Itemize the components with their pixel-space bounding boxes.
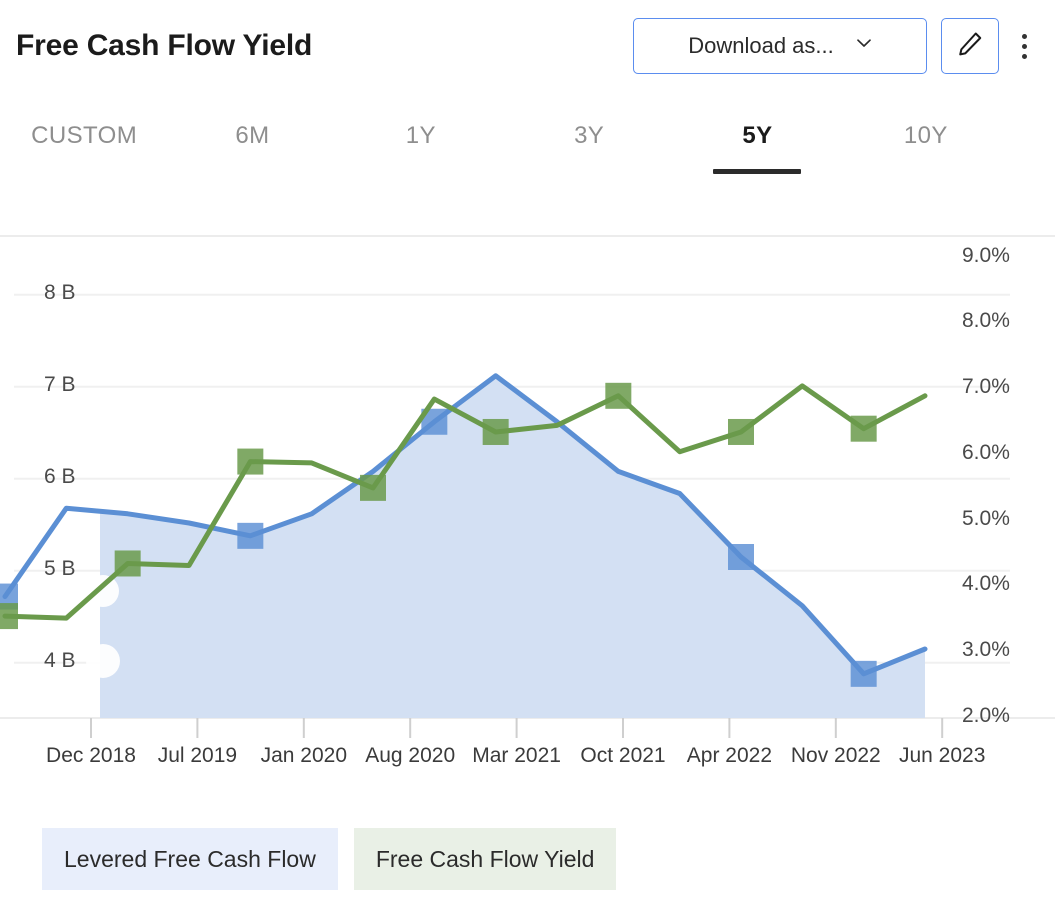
y-axis-right-tick: 4.0% bbox=[962, 572, 1010, 596]
chart-legend: Levered Free Cash Flow Free Cash Flow Yi… bbox=[42, 828, 617, 890]
y-axis-right-tick: 2.0% bbox=[962, 704, 1010, 727]
x-axis-tick: Nov 2022 bbox=[790, 744, 881, 767]
x-axis-tick: Apr 2022 bbox=[686, 744, 773, 767]
y-axis-left-tick: 4 B bbox=[44, 648, 76, 672]
kebab-dot bbox=[1021, 33, 1027, 39]
x-axis-tick: Jul 2019 bbox=[157, 744, 238, 767]
more-options-button[interactable] bbox=[1011, 18, 1037, 74]
legend-label: Free Cash Flow Yield bbox=[375, 845, 595, 872]
x-axis-tick: Aug 2020 bbox=[365, 744, 456, 767]
legend-item-levered-free-cash-flow[interactable]: Levered Free Cash Flow bbox=[42, 828, 338, 890]
tab-6m[interactable]: 6M bbox=[168, 106, 336, 150]
tab-10y[interactable]: 10Y bbox=[842, 106, 1010, 150]
tab-1y[interactable]: 1Y bbox=[337, 106, 505, 150]
chart-svg bbox=[0, 235, 1055, 738]
y-axis-right-tick: 9.0% bbox=[962, 243, 1010, 267]
y-axis-left-tick: 5 B bbox=[44, 556, 76, 580]
legend-item-free-cash-flow-yield[interactable]: Free Cash Flow Yield bbox=[353, 828, 617, 890]
edit-button[interactable] bbox=[941, 18, 999, 74]
y-axis-right-tick: 7.0% bbox=[962, 375, 1010, 399]
y-axis-left-tick: 6 B bbox=[44, 464, 76, 488]
download-as-button[interactable]: Download as... bbox=[633, 18, 927, 74]
kebab-dot bbox=[1021, 43, 1027, 49]
y-axis-left-tick: 8 B bbox=[44, 280, 76, 304]
x-axis-tick: Oct 2021 bbox=[580, 744, 666, 767]
chart-panel: Free Cash Flow Yield Download as... CUST… bbox=[0, 0, 1055, 905]
tab-3y[interactable]: 3Y bbox=[505, 106, 673, 150]
y-axis-right-tick: 8.0% bbox=[962, 309, 1010, 333]
pencil-icon bbox=[955, 29, 985, 64]
panel-header: Free Cash Flow Yield Download as... bbox=[0, 0, 1055, 92]
chevron-down-icon bbox=[856, 35, 872, 51]
download-as-label: Download as... bbox=[688, 33, 834, 58]
y-axis-right-tick: 5.0% bbox=[962, 506, 1010, 530]
header-actions: Download as... bbox=[633, 18, 1037, 74]
chart-area: 8 B 7 B 6 B 5 B 4 B 9.0% 8.0% 7.0% 6.0% 5.0% 4.0%… bbox=[0, 220, 1055, 800]
y-axis-left-tick: 7 B bbox=[44, 372, 76, 396]
page-title: Free Cash Flow Yield bbox=[16, 29, 313, 62]
x-axis-tick: Dec 2018 bbox=[46, 744, 136, 767]
time-range-tabs: CUSTOM 6M 1Y 3Y 5Y 10Y bbox=[0, 106, 1010, 186]
tab-custom[interactable]: CUSTOM bbox=[0, 106, 168, 150]
tab-5y[interactable]: 5Y bbox=[673, 106, 841, 150]
x-axis-tick: Jan 2020 bbox=[260, 744, 348, 767]
x-axis-tick: Jun 2023 bbox=[898, 744, 986, 767]
legend-label: Levered Free Cash Flow bbox=[64, 845, 316, 872]
y-axis-right-tick: 3.0% bbox=[962, 638, 1010, 662]
x-axis-tick: Mar 2021 bbox=[472, 744, 561, 767]
y-axis-right-tick: 6.0% bbox=[962, 440, 1010, 464]
kebab-dot bbox=[1021, 53, 1027, 59]
